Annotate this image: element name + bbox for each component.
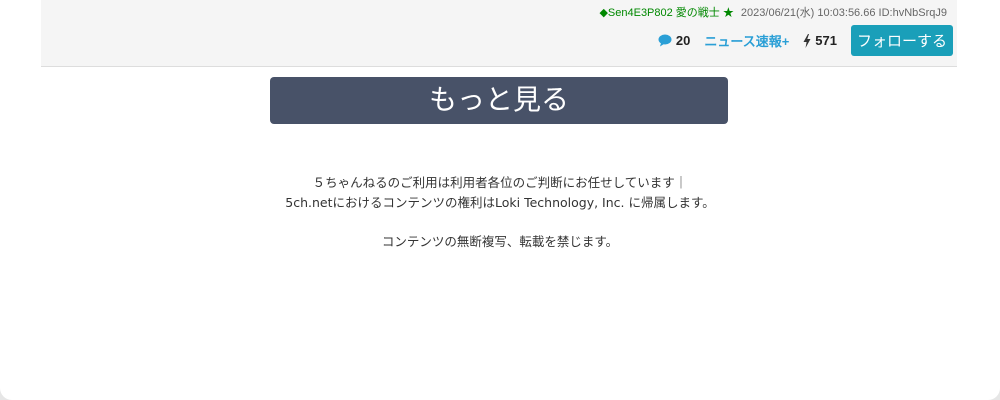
post-stats: 20 ニュース速報+ 571 フォローする [658,25,953,56]
post-author[interactable]: ◆Sen4E3P802 愛の戦士 ★ [599,7,733,19]
footer-disclaimer-line: ５ちゃんねるのご利用は利用者各位のご判断にお任せしています｜ [312,175,688,190]
page: ◆Sen4E3P802 愛の戦士 ★ 2023/06/21(水) 10:03:5… [0,0,1000,400]
momentum-count: 571 [803,33,837,48]
footer-copy-line: コンテンツの無断複写、転載を禁じます。 [381,234,619,249]
news-category-link[interactable]: ニュース速報+ [704,31,789,50]
post-datetime: 2023/06/21(水) 10:03:56.66 ID:hvNbSrqJ9 [740,7,947,19]
bolt-icon [803,33,811,48]
site-footer: ５ちゃんねるのご利用は利用者各位のご判断にお任せしています｜ 5ch.netにお… [0,173,1000,252]
comment-count-value: 20 [675,33,691,48]
post-meta-bar: ◆Sen4E3P802 愛の戦士 ★ 2023/06/21(水) 10:03:5… [41,0,957,67]
post-meta-line: ◆Sen4E3P802 愛の戦士 ★ 2023/06/21(水) 10:03:5… [599,4,947,20]
footer-rights-line: 5ch.netにおけるコンテンツの権利はLoki Technology, Inc… [285,195,715,210]
comment-icon [658,34,672,47]
comment-count[interactable]: 20 [658,33,690,48]
show-more-button[interactable]: もっと見る [270,77,728,124]
follow-button[interactable]: フォローする [851,25,953,56]
momentum-value: 571 [815,33,837,48]
